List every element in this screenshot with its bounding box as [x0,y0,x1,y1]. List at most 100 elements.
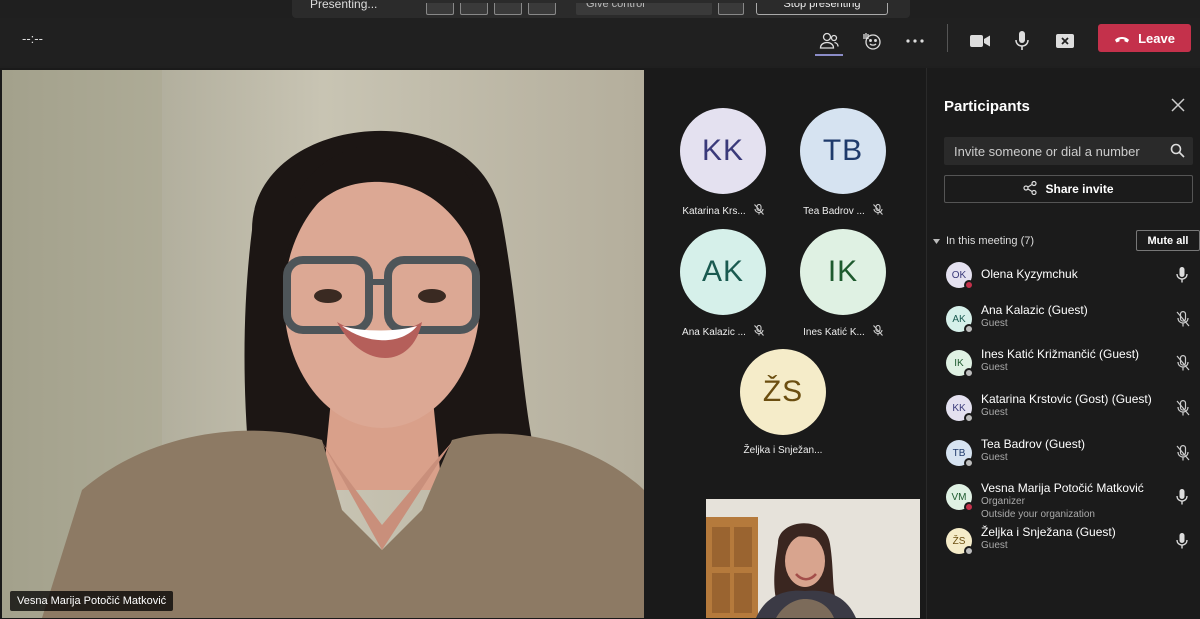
participant-tile[interactable]: ŽS Željka i Snježan... [727,349,839,456]
people-icon[interactable] [814,26,844,56]
mic-icon[interactable] [1176,533,1190,549]
avatar: TB [946,440,974,468]
layout-button-1[interactable] [426,3,454,15]
participant-tile[interactable]: AK Ana Kalazic ... [667,229,779,339]
toolbar-divider [947,24,948,52]
chevron-down-icon [933,235,940,247]
presence-status-icon [964,280,974,290]
mic-icon[interactable] [1176,267,1190,283]
stop-presenting-button[interactable]: Stop presenting [756,3,888,15]
avatar-initials: AK [952,313,966,325]
mute-all-button[interactable]: Mute all [1136,230,1200,251]
tile-name: Ana Kalazic ... [682,326,746,338]
leave-label: Leave [1138,30,1175,46]
self-view-image [706,499,920,618]
avatar: AK [680,229,766,315]
close-icon[interactable] [1171,98,1187,114]
avatar: KK [946,395,974,423]
avatar-initials: IK [954,357,964,369]
participant-name: Tea Badrov (Guest) [981,437,1086,451]
avatar: KK [680,108,766,194]
give-control-dropdown[interactable]: Give control [576,3,712,15]
tile-name: Željka i Snježan... [743,445,823,456]
avatar: AK [946,306,974,334]
meeting-toolbar: --:-- Leave [0,18,1200,66]
self-view-video[interactable] [706,499,920,618]
avatar: OK [946,262,974,290]
avatar: TB [800,108,886,194]
meeting-timer: --:-- [22,31,43,46]
share-invite-button[interactable]: Share invite [944,175,1193,203]
presence-status-icon [964,546,974,556]
avatar-initials: KK [952,402,966,414]
presence-status-icon [964,413,974,423]
mic-off-icon [872,203,883,218]
presenter-video-image [2,70,644,618]
phone-hangup-icon [1114,31,1130,46]
main-video[interactable]: Vesna Marija Potočić Matković [2,70,644,618]
participant-role: Guest [981,540,1008,551]
avatar: ŽS [946,528,974,556]
presence-status-icon [964,458,974,468]
avatar-initials: VM [951,491,967,503]
participants-panel: Participants Invite someone or dial a nu… [926,68,1200,619]
avatar-initials: OK [951,269,967,281]
participant-role: Guest [981,362,1008,373]
participant-role: Guest [981,318,1008,329]
share-invite-label: Share invite [1045,182,1114,196]
panel-title: Participants [944,98,1030,115]
presenter-name-label: Vesna Marija Potočić Matković [10,591,174,611]
in-meeting-section-toggle[interactable]: In this meeting (7) [933,235,1034,247]
mic-off-icon[interactable] [1176,400,1190,416]
participant-name: Vesna Marija Potočić Matković [981,481,1144,495]
in-meeting-label: In this meeting (7) [946,235,1035,247]
avatar: ŽS [740,349,826,435]
participant-org: Outside your organization [981,509,1095,520]
more-icon[interactable] [900,26,930,56]
mic-icon[interactable] [1007,26,1037,56]
layout-button-4[interactable] [528,3,556,15]
camera-icon[interactable] [965,26,995,56]
invite-search-input[interactable]: Invite someone or dial a number [944,137,1193,165]
participant-name: Željka i Snježana (Guest) [981,525,1116,539]
tile-name: Ines Katić K... [803,326,865,338]
mic-off-icon[interactable] [1176,311,1190,327]
mic-off-icon[interactable] [1176,445,1190,461]
tile-name: Katarina Krs... [682,205,746,217]
participant-role: Guest [981,452,1008,463]
mic-icon[interactable] [1176,489,1190,505]
avatar-initials: ŽS [952,535,966,547]
participant-name: Olena Kyzymchuk [981,267,1078,281]
search-icon[interactable] [1170,143,1185,161]
participant-name: Ines Katić Križmančić (Guest) [981,347,1140,361]
avatar: VM [946,484,974,512]
layout-button-2[interactable] [460,3,488,15]
tile-name: Tea Badrov ... [803,205,865,217]
participant-name: Katarina Krstovic (Gost) (Guest) [981,392,1152,406]
presence-status-icon [964,368,974,378]
presence-status-icon [964,502,974,512]
share-icon [1023,180,1038,198]
reactions-icon[interactable] [857,26,887,56]
share-tray-icon[interactable] [1050,26,1080,56]
mic-off-icon [872,324,883,339]
presence-status-icon [964,324,974,334]
participant-role: Guest [981,407,1008,418]
avatar: IK [800,229,886,315]
layout-button-3[interactable] [494,3,522,15]
mic-off-icon [754,324,764,339]
participant-tile[interactable]: TB Tea Badrov ... [787,108,899,218]
mic-off-icon[interactable] [1176,355,1190,371]
participant-tile[interactable]: KK Katarina Krs... [667,108,779,218]
presenting-bar: Presenting... Give control Stop presenti… [292,0,910,18]
audio-share-button[interactable] [718,3,744,15]
participant-tile[interactable]: IK Ines Katić K... [787,229,899,339]
participant-role: Organizer [981,496,1025,507]
meeting-stage: Vesna Marija Potočić Matković KK Katarin… [0,68,926,619]
presenting-label: Presenting... [310,0,378,11]
avatar: IK [946,350,974,378]
leave-button[interactable]: Leave [1098,24,1191,52]
participant-name: Ana Kalazic (Guest) [981,303,1088,317]
people-active-indicator [815,54,843,56]
search-placeholder: Invite someone or dial a number [954,143,1140,159]
